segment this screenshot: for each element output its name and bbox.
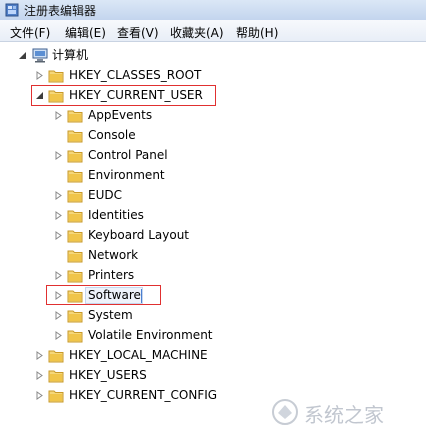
registry-tree[interactable]: 计算机 HKEY_CLASSES_ROOT HKEY_CURRENT_USER … xyxy=(0,42,426,435)
watermark-logo-icon xyxy=(272,399,298,425)
tree-node-computer[interactable]: 计算机 xyxy=(0,46,200,66)
menu-edit[interactable]: 编辑(E) xyxy=(65,24,106,41)
folder-icon xyxy=(67,210,83,223)
folder-icon xyxy=(67,190,83,203)
tree-node-hkey-current-user[interactable]: HKEY_CURRENT_USER xyxy=(0,86,240,106)
folder-icon xyxy=(48,350,64,363)
watermark-text: 系统之家 xyxy=(304,403,384,427)
menu-help[interactable]: 帮助(H) xyxy=(236,24,278,41)
expand-arrow-icon[interactable] xyxy=(35,391,44,400)
folder-icon xyxy=(67,170,83,183)
window-title: 注册表编辑器 xyxy=(24,4,97,18)
folder-icon xyxy=(67,130,83,143)
tree-label: Keyboard Layout xyxy=(88,228,190,242)
tree-label: Printers xyxy=(88,268,135,282)
regedit-icon xyxy=(5,3,19,17)
tree-node-identities[interactable]: Identities xyxy=(0,206,260,226)
tree-label: Console xyxy=(88,128,136,142)
folder-icon xyxy=(67,270,83,283)
collapse-arrow-icon[interactable] xyxy=(18,51,27,60)
collapse-arrow-icon[interactable] xyxy=(35,91,44,100)
expand-arrow-icon[interactable] xyxy=(35,351,44,360)
tree-label: AppEvents xyxy=(88,108,153,122)
title-bar: 注册表编辑器 xyxy=(0,0,426,20)
tree-label[interactable]: Software xyxy=(88,288,141,303)
folder-icon xyxy=(48,90,64,103)
folder-icon xyxy=(67,330,83,343)
expand-arrow-icon[interactable] xyxy=(54,191,63,200)
folder-icon xyxy=(48,390,64,403)
folder-icon xyxy=(67,310,83,323)
expand-arrow-icon[interactable] xyxy=(54,291,63,300)
tree-label: HKEY_USERS xyxy=(69,368,147,382)
expand-arrow-icon[interactable] xyxy=(35,371,44,380)
tree-label: EUDC xyxy=(88,188,122,202)
computer-icon xyxy=(32,48,48,63)
text-caret xyxy=(141,289,142,303)
expand-arrow-icon[interactable] xyxy=(54,271,63,280)
tree-node-eudc[interactable]: EUDC xyxy=(0,186,260,206)
tree-node-printers[interactable]: Printers xyxy=(0,266,260,286)
expand-arrow-icon[interactable] xyxy=(54,211,63,220)
tree-node-keyboard-layout[interactable]: Keyboard Layout xyxy=(0,226,260,246)
tree-node-environment[interactable]: Environment xyxy=(0,166,260,186)
tree-node-software[interactable]: Software xyxy=(0,286,260,306)
menu-favorites[interactable]: 收藏夹(A) xyxy=(170,24,224,41)
tree-label: HKEY_CURRENT_CONFIG xyxy=(69,388,218,402)
folder-icon xyxy=(67,250,83,263)
expand-arrow-icon[interactable] xyxy=(54,231,63,240)
tree-label: 计算机 xyxy=(52,48,89,62)
watermark: 系统之家 xyxy=(270,395,420,429)
tree-label: Volatile Environment xyxy=(88,328,213,342)
tree-node-hkey-users[interactable]: HKEY_USERS xyxy=(0,366,240,386)
tree-node-appevents[interactable]: AppEvents xyxy=(0,106,260,126)
folder-icon xyxy=(67,230,83,243)
tree-label: Control Panel xyxy=(88,148,168,162)
tree-label: HKEY_LOCAL_MACHINE xyxy=(69,348,208,362)
tree-node-console[interactable]: Console xyxy=(0,126,260,146)
folder-icon xyxy=(67,150,83,163)
menu-file[interactable]: 文件(F) xyxy=(10,24,50,41)
folder-icon xyxy=(67,290,83,303)
tree-node-control-panel[interactable]: Control Panel xyxy=(0,146,260,166)
tree-label: Identities xyxy=(88,208,144,222)
menu-bar: 文件(F) 编辑(E) 查看(V) 收藏夹(A) 帮助(H) xyxy=(0,20,426,42)
tree-node-hkey-classes-root[interactable]: HKEY_CLASSES_ROOT xyxy=(0,66,240,86)
tree-label: Network xyxy=(88,248,139,262)
folder-icon xyxy=(48,370,64,383)
tree-node-system[interactable]: System xyxy=(0,306,260,326)
tree-node-hkey-local-machine[interactable]: HKEY_LOCAL_MACHINE xyxy=(0,346,240,366)
tree-label: System xyxy=(88,308,133,322)
tree-node-hkey-current-config[interactable]: HKEY_CURRENT_CONFIG xyxy=(0,386,260,406)
expand-arrow-icon[interactable] xyxy=(54,311,63,320)
tree-node-network[interactable]: Network xyxy=(0,246,260,266)
expand-arrow-icon[interactable] xyxy=(54,151,63,160)
menu-view[interactable]: 查看(V) xyxy=(117,24,159,41)
folder-icon xyxy=(67,110,83,123)
expand-arrow-icon[interactable] xyxy=(35,71,44,80)
folder-icon xyxy=(48,70,64,83)
expand-arrow-icon[interactable] xyxy=(54,111,63,120)
expand-arrow-icon[interactable] xyxy=(54,331,63,340)
tree-label: Environment xyxy=(88,168,165,182)
tree-label: HKEY_CLASSES_ROOT xyxy=(69,68,202,82)
tree-node-volatile-environment[interactable]: Volatile Environment xyxy=(0,326,260,346)
tree-label: HKEY_CURRENT_USER xyxy=(69,88,203,102)
